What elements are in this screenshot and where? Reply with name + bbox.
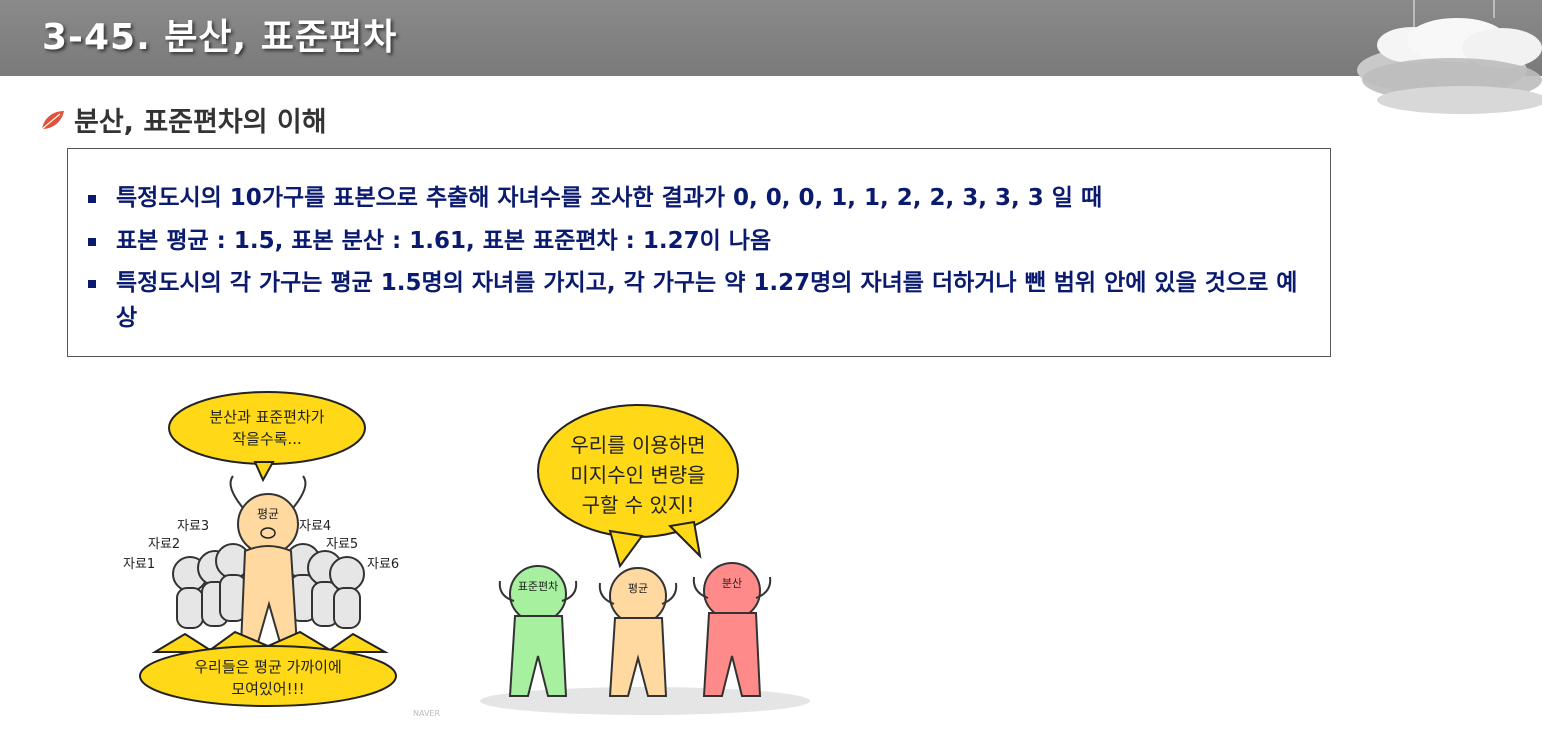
mean-figure-label: 평균	[257, 507, 279, 521]
data-label-6: 자료6	[367, 557, 399, 572]
data-label-3: 자료3	[177, 519, 209, 534]
bullet-text: 특정도시의 10가구를 표본으로 추출해 자녀수를 조사한 결과가 0, 0, …	[116, 185, 1103, 211]
bullet-text: 특정도시의 각 가구는 평균 1.5명의 자녀를 가지고, 각 가구는 약 1.…	[116, 270, 1298, 331]
data-label-4: 자료4	[299, 519, 331, 534]
bubble-line2: 미지수인 변량을	[570, 463, 705, 487]
bottom-bubble-line1: 우리들은 평균 가까이에	[194, 658, 342, 676]
data-label-5: 자료5	[326, 537, 358, 552]
bullet-square-icon	[88, 280, 96, 288]
title-bar: 3-45. 분산, 표준편차	[0, 0, 1542, 114]
bottom-bubble-line2: 모여있어!!!	[231, 680, 304, 698]
data-label-1: 자료1	[123, 557, 155, 572]
mean-label: 평균	[628, 582, 648, 595]
bullet-square-icon	[88, 195, 96, 203]
top-bubble-line1: 분산과 표준편차가	[209, 408, 324, 426]
section-title: 분산, 표준편차의 이해	[74, 107, 327, 138]
bullet-text: 표본 평균 : 1.5, 표본 분산 : 1.61, 표본 표준편차 : 1.2…	[116, 228, 772, 254]
cartoon-mean-cluster: 분산과 표준편차가 작을수록... 평균 자료1 자료2 자료3 자료4 자료5…	[123, 391, 440, 718]
slide-title: 3-45. 분산, 표준편차	[42, 17, 398, 58]
bubble-line3: 구할 수 있지!	[582, 493, 695, 517]
bullet-item: 표본 평균 : 1.5, 표본 분산 : 1.61, 표본 표준편차 : 1.2…	[88, 224, 1316, 259]
leaf-icon	[41, 110, 64, 129]
section-heading: 분산, 표준편차의 이해	[40, 100, 327, 139]
std-dev-label: 표준편차	[518, 580, 558, 593]
cloud-decoration	[1357, 0, 1542, 114]
bullet-item: 특정도시의 10가구를 표본으로 추출해 자녀수를 조사한 결과가 0, 0, …	[88, 181, 1316, 216]
cartoon-statistics-trio: 우리를 이용하면 미지수인 변량을 구할 수 있지! 표준편차 평균 분산	[480, 404, 810, 715]
variance-label: 분산	[722, 577, 742, 590]
naver-watermark: NAVER	[413, 709, 440, 718]
content-box: 특정도시의 10가구를 표본으로 추출해 자녀수를 조사한 결과가 0, 0, …	[67, 148, 1331, 357]
top-bubble-line2: 작을수록...	[232, 430, 302, 448]
bubble-line1: 우리를 이용하면	[570, 433, 705, 457]
bullet-square-icon	[88, 238, 96, 246]
data-label-2: 자료2	[148, 537, 180, 552]
bullet-item: 특정도시의 각 가구는 평균 1.5명의 자녀를 가지고, 각 가구는 약 1.…	[88, 266, 1316, 336]
